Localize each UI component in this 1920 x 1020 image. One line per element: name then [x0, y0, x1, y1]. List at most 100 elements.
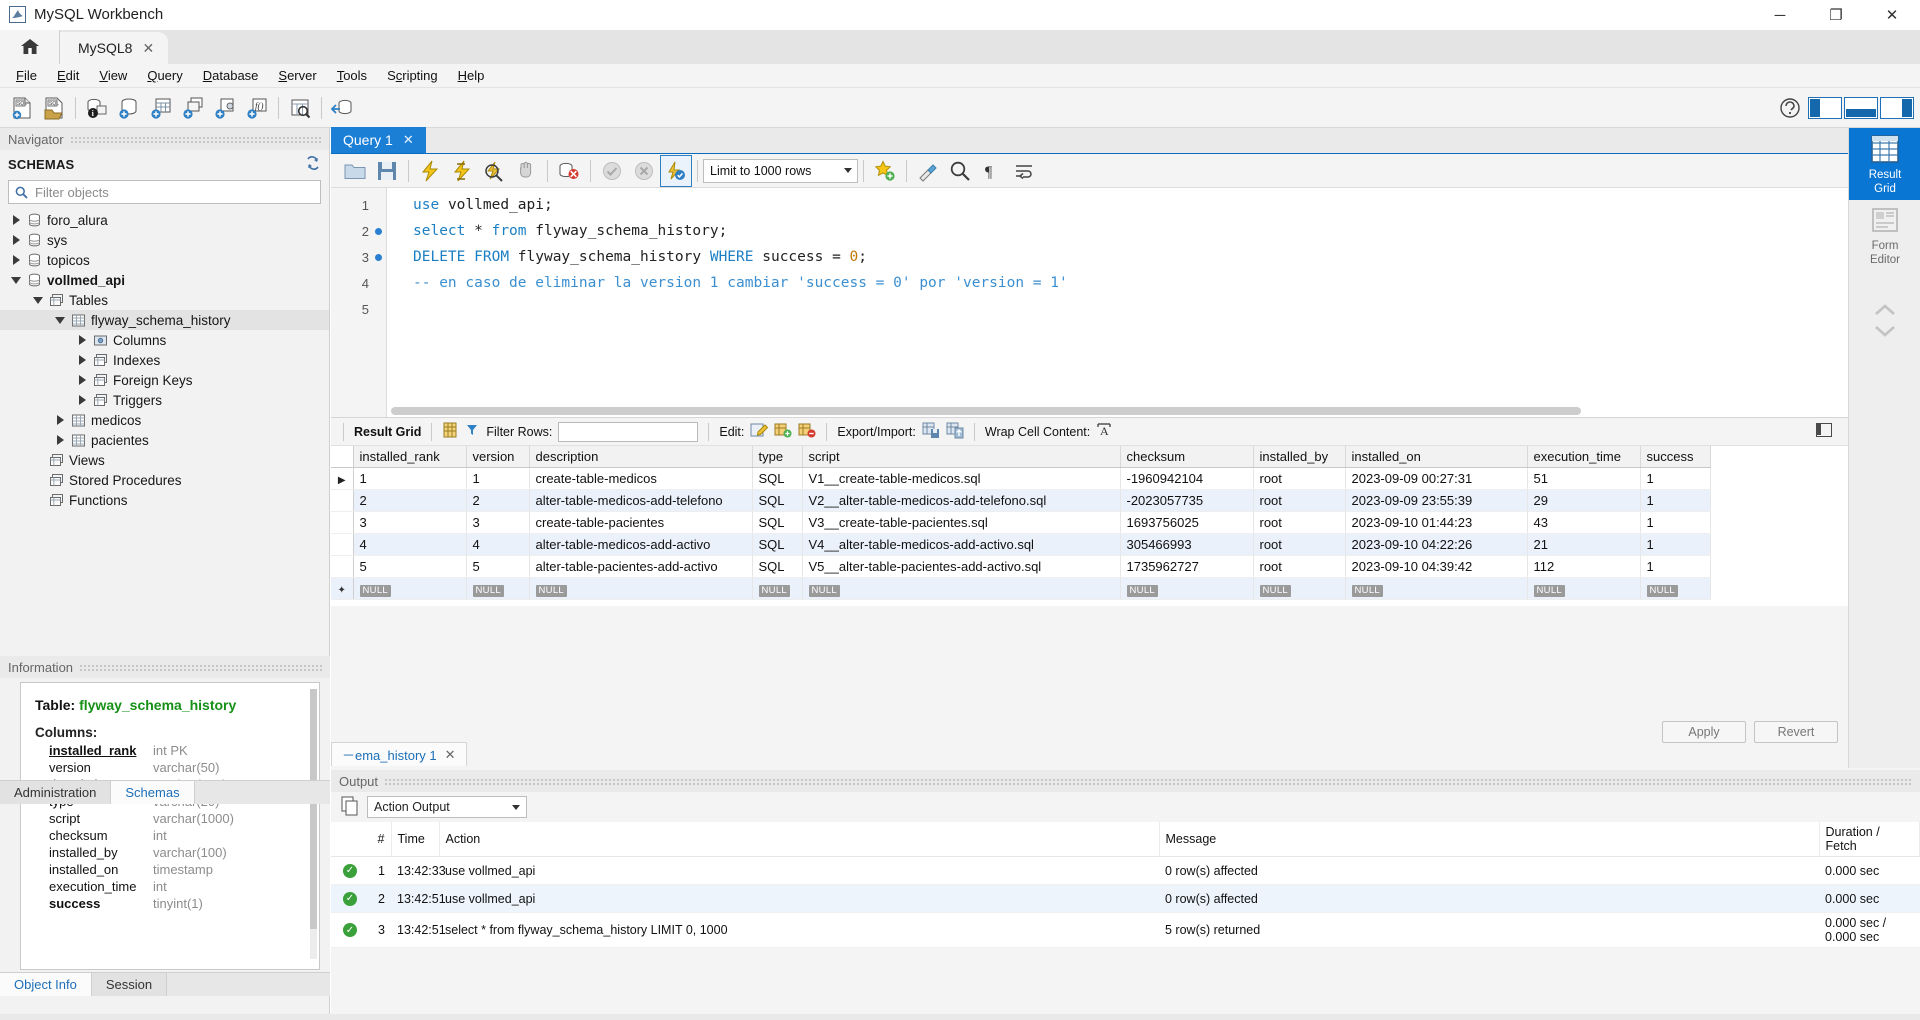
new-cell-type[interactable]: NULL: [752, 577, 803, 600]
schema-tree[interactable]: foro_alura sys topicos vollmed_api Tables fly…: [0, 210, 329, 715]
tree-item-indexes[interactable]: Indexes: [0, 350, 329, 370]
cell-script[interactable]: V4__alter-table-medicos-add-activo.sql: [802, 533, 1121, 556]
column-header-script[interactable]: script: [802, 446, 1121, 468]
cell-checksum[interactable]: -1960942104: [1120, 467, 1254, 490]
cell-installed_on[interactable]: 2023-09-10 01:44:23: [1345, 511, 1528, 534]
cell-execution_time[interactable]: 43: [1527, 511, 1641, 534]
chevron-up-icon[interactable]: [1872, 302, 1898, 321]
tree-item-columns[interactable]: Columns: [0, 330, 329, 350]
chevron-down-icon[interactable]: [30, 296, 46, 304]
chevron-down-icon[interactable]: [8, 276, 24, 284]
new-cell-execution_time[interactable]: NULL: [1527, 577, 1641, 600]
cell-type[interactable]: SQL: [752, 533, 803, 556]
cell-checksum[interactable]: 1735962727: [1120, 555, 1254, 578]
menu-file[interactable]: File: [6, 66, 47, 85]
cell-version[interactable]: 2: [466, 489, 530, 512]
column-header-execution_time[interactable]: execution_time: [1527, 446, 1641, 468]
row-header-cell[interactable]: [331, 533, 354, 556]
rollback-icon[interactable]: [628, 155, 660, 187]
code-line[interactable]: 3 DELETE FROM flyway_schema_history WHERE…: [331, 244, 1920, 270]
filter-icon[interactable]: [464, 422, 480, 441]
delete-row-icon[interactable]: [798, 422, 816, 441]
export-recordset-icon[interactable]: [922, 422, 940, 442]
chevron-right-icon[interactable]: [8, 235, 24, 245]
maximize-button[interactable]: ❐: [1808, 0, 1864, 30]
current-row-marker-icon[interactable]: ▶: [331, 467, 354, 490]
cell-version[interactable]: 1: [466, 467, 530, 490]
refresh-icon[interactable]: [305, 155, 321, 173]
cell-installed_rank[interactable]: 1: [353, 467, 467, 490]
column-header-checksum[interactable]: checksum: [1120, 446, 1254, 468]
close-button[interactable]: ✕: [1864, 0, 1920, 30]
chevron-right-icon[interactable]: [52, 435, 68, 445]
new-procedure-icon[interactable]: [209, 92, 241, 124]
new-view-icon[interactable]: [177, 92, 209, 124]
editor-horizontal-scrollbar[interactable]: [391, 407, 1811, 415]
cell-installed_by[interactable]: root: [1253, 489, 1346, 512]
cell-script[interactable]: V5__alter-table-pacientes-add-activo.sql: [802, 555, 1121, 578]
chevron-right-icon[interactable]: [8, 255, 24, 265]
cell-installed_by[interactable]: root: [1253, 467, 1346, 490]
stop-icon[interactable]: [510, 155, 542, 187]
cell-execution_time[interactable]: 112: [1527, 555, 1641, 578]
tab-object-info[interactable]: Object Info: [0, 973, 92, 996]
statement-marker-icon[interactable]: [369, 253, 387, 261]
column-header-description[interactable]: description: [529, 446, 753, 468]
info-scrollbar[interactable]: [310, 689, 317, 959]
manage-connections-icon[interactable]: [327, 92, 359, 124]
help-icon[interactable]: [1774, 92, 1806, 124]
view-result-grid[interactable]: Result Grid: [1849, 128, 1920, 200]
new-cell-checksum[interactable]: NULL: [1120, 577, 1254, 600]
code-line[interactable]: 4 -- en caso de eliminar la version 1 cam…: [331, 270, 1920, 296]
cell-success[interactable]: 1: [1640, 533, 1711, 556]
chevron-right-icon[interactable]: [74, 335, 90, 345]
result-grid-table[interactable]: installed_rank version description type scri…: [331, 446, 1711, 600]
table-row[interactable]: 2 2 alter-table-medicos-add-telefono SQL V2_…: [331, 489, 1711, 512]
cell-installed_rank[interactable]: 4: [353, 533, 467, 556]
cell-installed_rank[interactable]: 2: [353, 489, 467, 512]
filter-rows-input[interactable]: [558, 421, 699, 442]
cell-script[interactable]: V1__create-table-medicos.sql: [802, 467, 1121, 490]
output-row[interactable]: ✓ 3 13:42:51 select * from flyway_schema_hi…: [331, 912, 1920, 948]
action-output-table[interactable]: # Time Action Message Duration / Fetch ✓ 1 13:4…: [331, 822, 1920, 948]
table-row[interactable]: ▶ 1 1 create-table-medicos SQL V1__create-tab…: [331, 467, 1711, 490]
row-header-cell[interactable]: [331, 555, 354, 578]
cell-installed_by[interactable]: root: [1253, 511, 1346, 534]
tree-item-flyway-schema-history[interactable]: flyway_schema_history: [0, 310, 329, 330]
code-line[interactable]: 5: [331, 296, 1920, 322]
grid-toggle-icon[interactable]: [442, 422, 458, 441]
new-table-icon[interactable]: [145, 92, 177, 124]
output-row[interactable]: ✓ 1 13:42:33 use vollmed_api 0 row(s) affect…: [331, 856, 1920, 885]
toggle-stop-on-error-icon[interactable]: [553, 155, 585, 187]
tree-item-foro-alura[interactable]: foro_alura: [0, 210, 329, 230]
close-icon[interactable]: ✕: [142, 40, 154, 57]
new-cell-installed_on[interactable]: NULL: [1345, 577, 1528, 600]
open-sql-script-icon[interactable]: SQL: [38, 92, 70, 124]
cell-checksum[interactable]: -2023057735: [1120, 489, 1254, 512]
cell-execution_time[interactable]: 21: [1527, 533, 1641, 556]
cell-description[interactable]: create-table-medicos: [529, 467, 753, 490]
wrap-lines-icon[interactable]: [1008, 155, 1040, 187]
code-line[interactable]: 1 use vollmed_api;: [331, 192, 1920, 218]
cell-installed_on[interactable]: 2023-09-10 04:39:42: [1345, 555, 1528, 578]
new-cell-success[interactable]: NULL: [1640, 577, 1711, 600]
import-recordset-icon[interactable]: [946, 422, 964, 442]
cell-script[interactable]: V2__alter-table-medicos-add-telefono.sql: [802, 489, 1121, 512]
cell-success[interactable]: 1: [1640, 555, 1711, 578]
search-input[interactable]: [33, 182, 320, 202]
statement-marker-icon[interactable]: [369, 227, 387, 235]
cell-checksum[interactable]: 1693756025: [1120, 511, 1254, 534]
toggle-sidebar-icon[interactable]: [1808, 96, 1842, 119]
new-row[interactable]: ✦ NULL NULL NULL NULL NULL NULL NULL NULL NULL NUL…: [331, 577, 1711, 600]
row-header-cell[interactable]: [331, 511, 354, 534]
tree-item-functions[interactable]: Functions: [0, 490, 329, 510]
inspect-table-icon[interactable]: [284, 92, 316, 124]
column-header-installed_by[interactable]: installed_by: [1253, 446, 1346, 468]
tree-item-pacientes[interactable]: pacientes: [0, 430, 329, 450]
edit-row-icon[interactable]: [750, 422, 769, 441]
new-cell-installed_by[interactable]: NULL: [1253, 577, 1346, 600]
cell-installed_on[interactable]: 2023-09-10 04:22:26: [1345, 533, 1528, 556]
toggle-output-icon[interactable]: [1844, 96, 1878, 119]
wrap-cell-icon[interactable]: A: [1096, 422, 1112, 441]
cell-installed_rank[interactable]: 3: [353, 511, 467, 534]
